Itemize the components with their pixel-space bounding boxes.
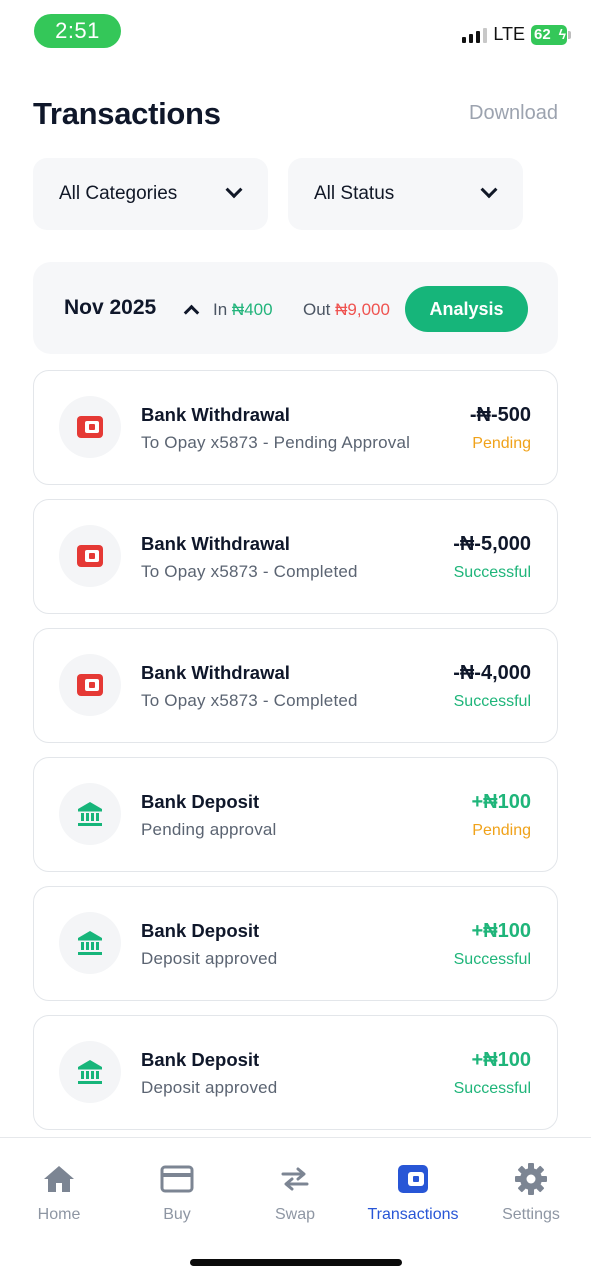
bank-icon: [59, 912, 121, 974]
status-indicators: LTE 62 ϟ: [462, 24, 571, 45]
transaction-title: Bank Withdrawal: [141, 662, 290, 683]
wallet-icon: [397, 1162, 429, 1196]
bank-icon: [59, 1041, 121, 1103]
charging-icon: ϟ: [558, 25, 566, 42]
transaction-amount: -₦-5,000: [453, 533, 531, 555]
nav-item-swap[interactable]: Swap: [236, 1162, 354, 1224]
transaction-title: Bank Deposit: [141, 791, 260, 812]
transaction-item[interactable]: Bank Withdrawal To Opay x5873 - Complete…: [33, 628, 558, 743]
withdrawal-icon: [59, 654, 121, 716]
withdrawal-icon: [59, 525, 121, 587]
outgoing-value: ₦9,000: [335, 300, 390, 319]
swap-icon: [279, 1162, 311, 1196]
transaction-item[interactable]: Bank Withdrawal To Opay x5873 - Complete…: [33, 499, 558, 614]
nav-label-buy: Buy: [163, 1206, 191, 1223]
signal-icon: [462, 27, 488, 43]
chevron-down-icon: [225, 181, 243, 199]
category-filter-label: All Categories: [59, 183, 178, 204]
category-filter-dropdown[interactable]: All Categories: [33, 158, 268, 230]
status-time: 2:51: [34, 14, 121, 48]
transaction-title: Bank Deposit: [141, 1049, 260, 1070]
status-bar: 2:51 LTE 62 ϟ: [0, 0, 591, 62]
transaction-subtitle: To Opay x5873 - Pending Approval: [141, 433, 411, 452]
transaction-amount: +₦100: [471, 920, 532, 942]
transaction-item[interactable]: Bank Deposit Deposit approved +₦100 Succ…: [33, 1015, 558, 1130]
page-title: Transactions: [33, 96, 221, 131]
transaction-item[interactable]: Bank Withdrawal To Opay x5873 - Pending …: [33, 370, 558, 485]
outgoing-label: Out: [303, 300, 331, 319]
battery-level: 62: [534, 26, 551, 43]
card-icon: [160, 1162, 194, 1196]
month-summary: Nov 2025 In ₦400 Out ₦9,000 Analysis: [33, 262, 558, 354]
transaction-item[interactable]: Bank Deposit Pending approval +₦100 Pend…: [33, 757, 558, 872]
nav-label-settings: Settings: [502, 1206, 560, 1223]
transaction-status: Successful: [453, 1080, 531, 1097]
withdrawal-icon: [59, 396, 121, 458]
nav-item-transactions[interactable]: Transactions: [354, 1162, 472, 1224]
bank-icon: [59, 783, 121, 845]
home-icon: [43, 1162, 75, 1196]
nav-label-swap: Swap: [274, 1206, 316, 1223]
status-filter-label: All Status: [314, 183, 395, 204]
nav-label-home: Home: [37, 1206, 81, 1223]
chevron-down-icon: [480, 181, 498, 199]
network-label: LTE: [493, 24, 525, 44]
transaction-amount: +₦100: [471, 791, 532, 813]
transaction-subtitle: Deposit approved: [141, 949, 278, 968]
download-button[interactable]: Download: [469, 102, 558, 125]
transaction-subtitle: Deposit approved: [141, 1078, 278, 1097]
transaction-amount: -₦-500: [469, 404, 531, 426]
transaction-status: Successful: [453, 564, 531, 581]
chevron-up-icon[interactable]: [183, 304, 200, 321]
transaction-status: Successful: [453, 693, 531, 710]
income-stat: In ₦400: [213, 300, 273, 320]
transaction-item[interactable]: Bank Deposit Deposit approved +₦100 Succ…: [33, 886, 558, 1001]
nav-item-buy[interactable]: Buy: [118, 1162, 236, 1224]
month-label[interactable]: Nov 2025: [64, 296, 156, 320]
transaction-status: Pending: [472, 435, 531, 452]
transaction-subtitle: Pending approval: [141, 820, 277, 839]
battery-icon: 62 ϟ: [531, 24, 571, 45]
transaction-amount: +₦100: [471, 1049, 532, 1071]
nav-item-settings[interactable]: Settings: [472, 1162, 590, 1224]
transaction-subtitle: To Opay x5873 - Completed: [141, 562, 358, 581]
transaction-title: Bank Withdrawal: [141, 404, 290, 425]
analysis-button[interactable]: Analysis: [405, 286, 528, 332]
status-filter-dropdown[interactable]: All Status: [288, 158, 523, 230]
outgoing-stat: Out ₦9,000: [303, 300, 390, 320]
income-value: ₦400: [231, 300, 273, 319]
nav-item-home[interactable]: Home: [0, 1162, 118, 1224]
transaction-amount: -₦-4,000: [453, 662, 531, 684]
transaction-status: Successful: [453, 951, 531, 968]
transaction-status: Pending: [472, 822, 531, 839]
transaction-subtitle: To Opay x5873 - Completed: [141, 691, 358, 710]
gear-icon: [515, 1162, 547, 1196]
income-label: In: [213, 300, 228, 319]
nav-label-transactions: Transactions: [367, 1206, 459, 1223]
transaction-title: Bank Withdrawal: [141, 533, 290, 554]
transaction-title: Bank Deposit: [141, 920, 260, 941]
home-indicator[interactable]: [190, 1259, 402, 1266]
